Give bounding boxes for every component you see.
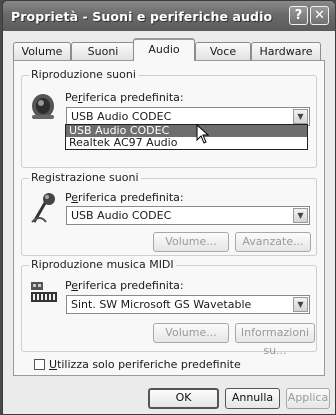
tab-audio[interactable]: Audio: [133, 38, 195, 61]
ok-button[interactable]: OK: [148, 388, 219, 409]
help-button[interactable]: ?: [289, 6, 308, 25]
recording-group: Registrazione suoni Periferica predefini…: [21, 171, 317, 256]
midi-synth-icon: [31, 282, 57, 302]
chevron-down-icon[interactable]: ▼: [293, 208, 308, 223]
chevron-down-icon[interactable]: ▼: [293, 297, 308, 312]
recording-advanced-button[interactable]: Avanzate...: [235, 232, 311, 252]
playback-group-label: Riproduzione suoni: [29, 68, 138, 81]
window-title: Proprietà - Suoni e periferiche audio: [11, 9, 273, 24]
title-bar: Proprietà - Suoni e periferiche audio ? …: [3, 1, 335, 31]
dropdown-option[interactable]: Realtek AC97 Audio: [66, 137, 307, 149]
recording-group-label: Registrazione suoni: [29, 171, 141, 184]
midi-info-button[interactable]: Informazioni su...: [235, 323, 315, 357]
mouse-pointer-icon: [196, 124, 210, 144]
apply-button[interactable]: Applica: [286, 388, 330, 409]
midi-group: Riproduzione musica MIDI Periferica pred…: [21, 258, 317, 357]
tab-suoni[interactable]: Suoni: [71, 42, 135, 60]
midi-device-value: Sint. SW Microsoft GS Wavetable: [71, 298, 252, 311]
cancel-button[interactable]: Annulla: [225, 388, 280, 409]
midi-device-select[interactable]: Sint. SW Microsoft GS Wavetable ▼: [66, 295, 310, 314]
tab-hardware[interactable]: Hardware: [251, 42, 321, 60]
midi-device-label: Periferica predefinita:: [65, 279, 184, 292]
recording-device-value: USB Audio CODEC: [71, 209, 172, 222]
recording-device-select[interactable]: USB Audio CODEC ▼: [66, 206, 310, 225]
tab-volume[interactable]: Volume: [13, 42, 71, 60]
midi-group-label: Riproduzione musica MIDI: [29, 258, 176, 271]
playback-device-dropdown-list: USB Audio CODEC Realtek AC97 Audio: [65, 124, 308, 150]
close-button[interactable]: ✕: [310, 6, 329, 25]
audio-tab-panel: Riproduzione suoni Periferica predefinit…: [13, 60, 325, 376]
properties-dialog: Proprietà - Suoni e periferiche audio ? …: [2, 0, 336, 415]
chevron-down-icon[interactable]: ▼: [293, 109, 308, 124]
tab-voce[interactable]: Voce: [195, 42, 251, 60]
tab-strip: Volume Suoni Audio Voce Hardware: [13, 38, 325, 61]
default-devices-only-label: Utilizza solo periferiche predefinite: [49, 358, 241, 371]
recording-volume-button[interactable]: Volume...: [153, 232, 229, 252]
playback-device-label: Periferica predefinita:: [65, 91, 184, 104]
speaker-icon: [32, 94, 54, 119]
microphone-icon: [31, 193, 55, 223]
default-devices-only-checkbox[interactable]: [34, 359, 45, 370]
midi-volume-button[interactable]: Volume...: [153, 323, 229, 343]
recording-device-label: Periferica predefinita:: [65, 191, 184, 204]
playback-group: Riproduzione suoni Periferica predefinit…: [21, 68, 317, 168]
playback-device-value: USB Audio CODEC: [71, 110, 172, 123]
